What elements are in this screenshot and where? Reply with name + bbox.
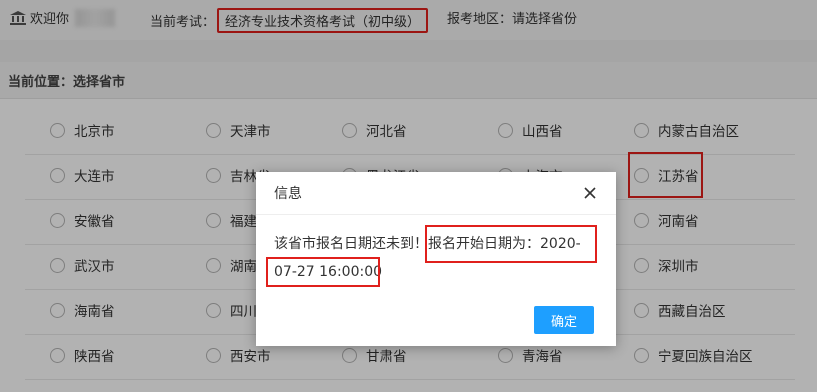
close-icon[interactable] bbox=[582, 185, 598, 201]
info-dialog: 信息 该省市报名日期还未到！报名开始日期为：2020-07-27 16:00:0… bbox=[256, 172, 616, 346]
confirm-button[interactable]: 确定 bbox=[534, 306, 594, 334]
dialog-message: 该省市报名日期还未到！报名开始日期为：2020-07-27 16:00:00 bbox=[274, 230, 600, 286]
dialog-header: 信息 bbox=[256, 172, 616, 215]
message-part-1: 该省市报名日期还未到！ bbox=[274, 236, 428, 252]
dialog-title: 信息 bbox=[274, 186, 302, 202]
